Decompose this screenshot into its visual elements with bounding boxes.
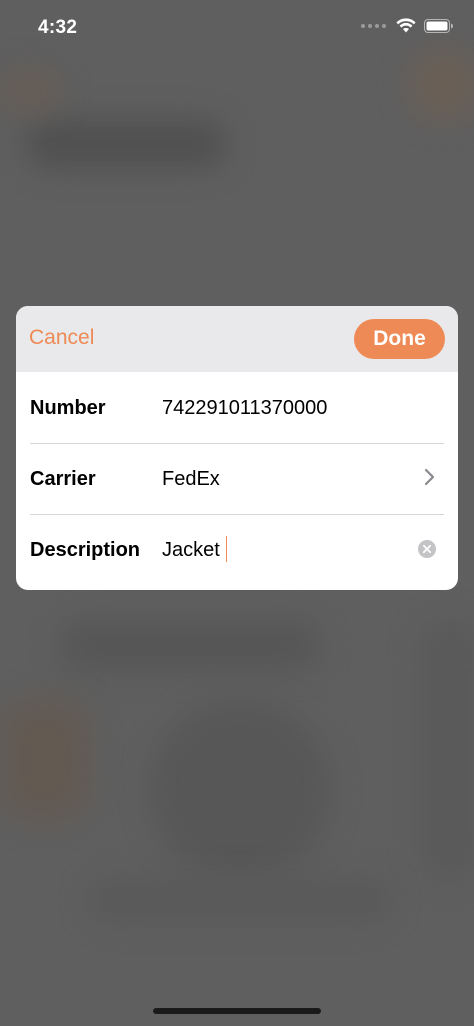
bg-shape (60, 620, 320, 670)
bg-shape (150, 700, 330, 880)
tracking-number-field[interactable]: 742291011370000 (162, 397, 327, 420)
number-row[interactable]: Number 742291011370000 (16, 372, 458, 443)
done-button[interactable]: Done (354, 319, 445, 359)
battery-icon (424, 18, 453, 33)
cancel-button[interactable]: Cancel (29, 326, 94, 350)
carrier-row[interactable]: Carrier FedEx (16, 443, 458, 514)
bg-shape (26, 120, 226, 168)
modal-header: Cancel Done (16, 306, 458, 372)
chevron-right-icon[interactable] (422, 467, 436, 487)
text-caret (226, 536, 227, 562)
wifi-icon (396, 18, 416, 33)
add-package-modal: Cancel Done Number 742291011370000 Carri… (16, 306, 458, 590)
clear-circle-icon[interactable] (418, 540, 436, 558)
status-bar: 4:32 (0, 0, 474, 58)
carrier-value: FedEx (162, 468, 220, 490)
description-label: Description (30, 539, 141, 561)
status-icons (361, 18, 454, 33)
bg-shape (420, 620, 474, 880)
status-time: 4:32 (38, 17, 78, 38)
description-input[interactable]: Jacket (162, 539, 220, 562)
bg-shape (0, 70, 60, 110)
description-row[interactable]: Description Jacket (16, 514, 458, 585)
carrier-label: Carrier (30, 468, 96, 490)
bg-shape (410, 50, 474, 120)
bg-shape (0, 700, 90, 820)
home-indicator[interactable] (153, 1008, 321, 1014)
number-label: Number (30, 397, 106, 419)
bg-shape (90, 880, 390, 920)
cellular-signal-icon (361, 23, 386, 28)
